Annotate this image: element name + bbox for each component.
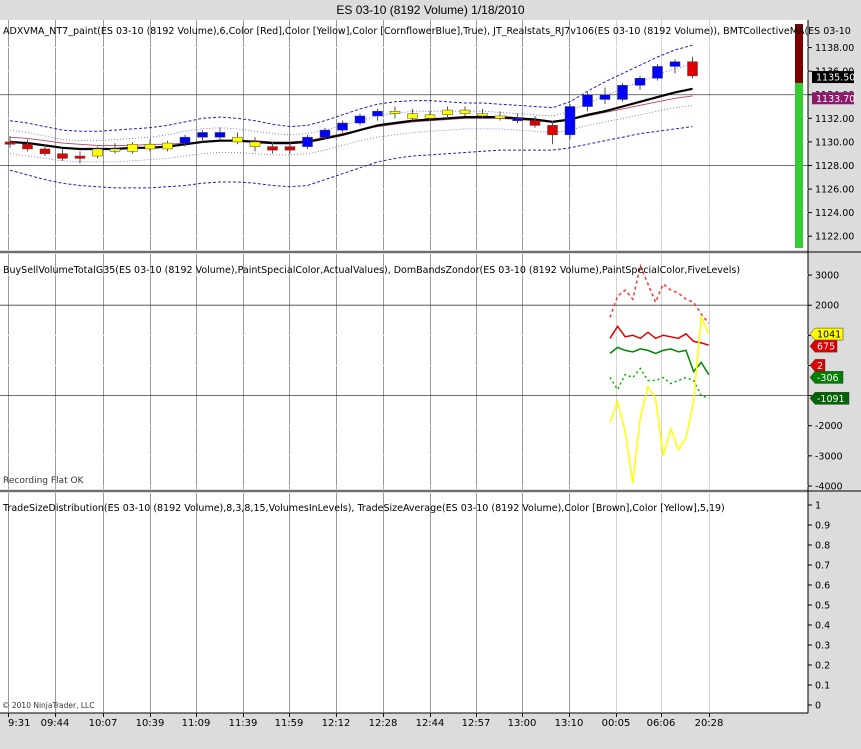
candle-body <box>179 136 191 144</box>
candle-body <box>652 66 663 79</box>
x-tick-label: 12:44 <box>416 718 445 729</box>
candle-body <box>599 94 611 100</box>
price-panel[interactable] <box>0 20 808 250</box>
x-tick-label: 06:06 <box>647 718 676 729</box>
price-tag-label: 1135.50 <box>816 73 855 84</box>
candle-body <box>109 148 121 152</box>
y-tick-label: 0.6 <box>815 581 830 592</box>
candle-body <box>92 148 103 157</box>
y-tick-label: 3000 <box>815 271 839 282</box>
candle-body <box>354 115 366 124</box>
candle-body <box>74 155 86 159</box>
candle-body <box>39 148 51 154</box>
tradesize-panel-label: TradeSizeDistribution(ES 03-10 (8192 Vol… <box>2 503 725 514</box>
y-tick-label: 0 <box>815 701 821 712</box>
value-tag-label: -1091 <box>817 394 845 405</box>
y-tick-label: -4000 <box>815 481 843 492</box>
y-tick-label: 0.7 <box>815 561 830 572</box>
price-tag-label: 1133.70 <box>816 94 855 105</box>
y-tick-label: 0.1 <box>815 681 830 692</box>
y-tick-label: -2000 <box>815 421 843 432</box>
y-tick-label: 0.2 <box>815 661 830 672</box>
y-tick-label: 0.5 <box>815 601 830 612</box>
volume-bar-green <box>795 82 803 248</box>
candle-body <box>144 144 156 150</box>
y-tick-label: 1124.00 <box>815 208 854 219</box>
x-tick-label: 20:28 <box>695 718 724 729</box>
candle-body <box>389 110 401 114</box>
x-tick-label: 00:05 <box>602 718 631 729</box>
y-tick-label: 1126.00 <box>815 185 854 196</box>
candle-body <box>477 113 488 117</box>
x-tick-label: 12:28 <box>369 718 398 729</box>
candle-body <box>634 77 646 86</box>
candle-body <box>407 113 418 119</box>
volume-panel-label: BuySellVolumeTotalG35(ES 03-10 (8192 Vol… <box>3 265 740 276</box>
candle-body <box>162 142 173 150</box>
y-tick-label: 0.4 <box>815 621 830 632</box>
y-tick-label: 1138.00 <box>815 43 854 54</box>
candle-body <box>214 132 226 138</box>
value-tag-label: -306 <box>817 373 839 384</box>
candle-body <box>564 106 576 136</box>
x-tick-label: 11:59 <box>275 718 304 729</box>
y-tick-label: 1128.00 <box>815 161 854 172</box>
candle-body <box>617 85 628 100</box>
y-tick-label: -3000 <box>815 451 843 462</box>
candle-body <box>687 61 698 77</box>
candle-body <box>424 114 436 119</box>
candle-body <box>197 132 208 138</box>
value-tag-label: 675 <box>817 342 835 353</box>
chart-window-title: ES 03-10 (8192 Volume) 1/18/2010 <box>336 3 525 17</box>
candle-body <box>529 120 541 126</box>
volume-panel[interactable] <box>0 254 808 489</box>
candle-body <box>512 118 523 121</box>
candle-body <box>459 109 471 114</box>
y-tick-label: 1 <box>815 501 821 512</box>
candle-body <box>57 153 68 159</box>
y-tick-label: 0.3 <box>815 641 830 652</box>
candle-body <box>302 136 313 147</box>
y-tick-label: 1130.00 <box>815 137 854 148</box>
candle-body <box>442 109 453 116</box>
y-tick-label: 0.9 <box>815 521 830 532</box>
candle-body <box>284 146 296 151</box>
candle-body <box>319 129 331 138</box>
y-tick-label: 0.8 <box>815 541 830 552</box>
candle-body <box>494 115 506 119</box>
candle-body <box>232 136 243 143</box>
candle-body <box>127 144 138 152</box>
candle-body <box>372 110 383 117</box>
candle-body <box>267 146 278 151</box>
candle-body <box>4 141 16 145</box>
x-tick-label: 13:00 <box>508 718 537 729</box>
chart-canvas[interactable]: 9:31 09:44 10:07 10:39 11:09 11:39 11:59 12:12 1… <box>0 20 861 749</box>
x-tick-label: 11:39 <box>229 718 258 729</box>
value-tag-label: 1041 <box>817 330 841 341</box>
x-tick-label: 12:12 <box>322 718 351 729</box>
value-tag-label: 2 <box>817 361 823 372</box>
price-panel-label: ADXVMA_NT7_paint(ES 03-10 (8192 Volume),… <box>3 26 851 37</box>
y-tick-label: 1132.00 <box>815 114 854 125</box>
price-corner-value: 0 <box>771 241 777 251</box>
candle-body <box>669 61 681 67</box>
tradesize-panel[interactable] <box>0 493 808 713</box>
x-tick-label: 9:31 <box>8 718 30 729</box>
y-tick-label: 2000 <box>815 301 839 312</box>
x-tick-label: 13:10 <box>555 718 584 729</box>
candle-body <box>337 122 348 131</box>
candle-body <box>547 125 558 136</box>
x-tick-label: 09:44 <box>41 718 70 729</box>
x-tick-label: 12:57 <box>462 718 491 729</box>
candle-body <box>582 94 593 107</box>
x-tick-label: 10:07 <box>89 718 118 729</box>
recording-status: Recording Flat OK <box>3 476 85 486</box>
candle-body <box>249 141 261 147</box>
copyright-text: © 2010 NinjaTrader, LLC <box>2 701 94 710</box>
x-tick-label: 10:39 <box>136 718 165 729</box>
y-tick-label: 1122.00 <box>815 232 854 243</box>
candle-body <box>22 144 33 150</box>
x-tick-label: 11:09 <box>182 718 211 729</box>
